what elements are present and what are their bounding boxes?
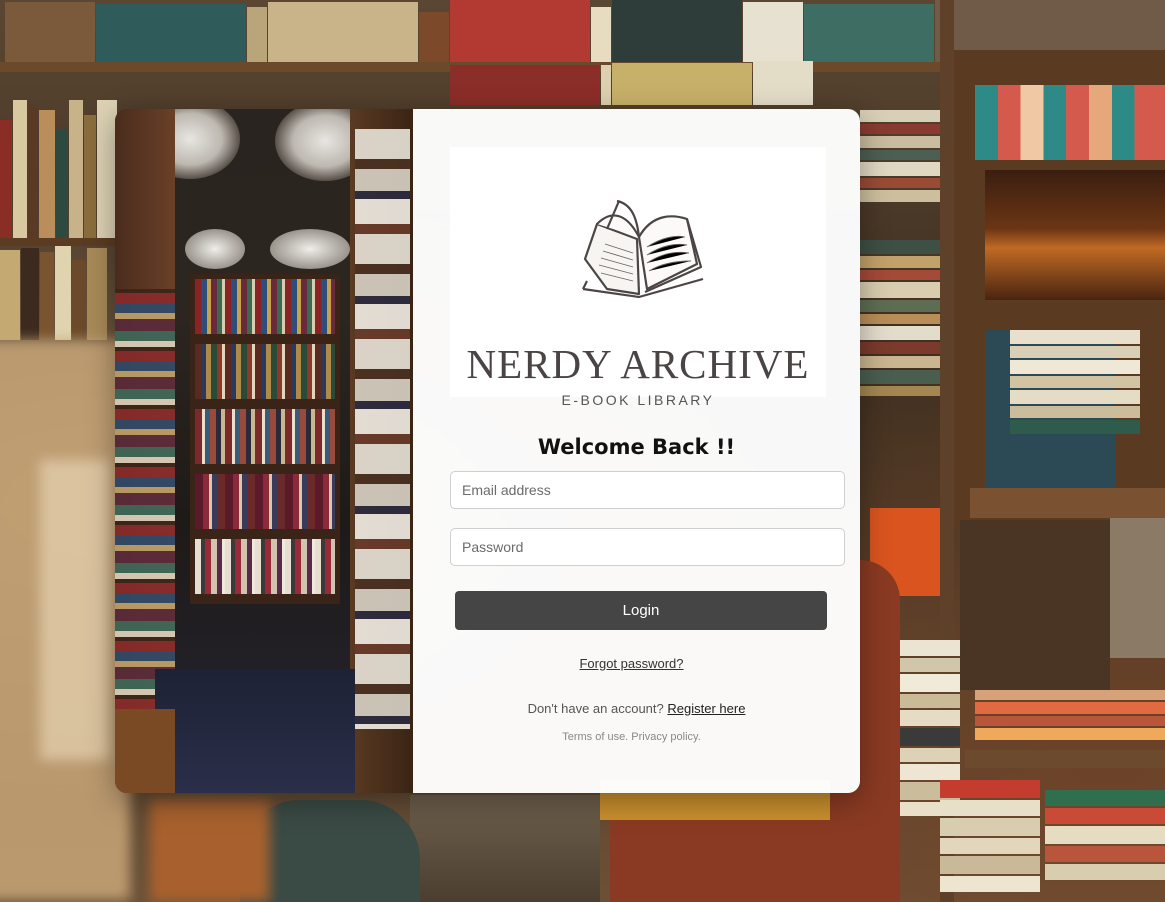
open-book-icon	[582, 199, 704, 299]
register-link[interactable]: Register here	[667, 701, 745, 716]
brand-name: NERDY ARCHIVE	[466, 341, 810, 387]
login-panel: NERDY ARCHIVE E-BOOK LIBRARY Welcome Bac…	[413, 109, 860, 793]
login-button[interactable]: Login	[455, 591, 827, 630]
terms-links[interactable]: Terms of use. Privacy policy.	[403, 731, 860, 743]
password-input[interactable]	[450, 528, 845, 566]
forgot-password-link[interactable]: Forgot password?	[403, 656, 860, 671]
brand-subtitle: E-BOOK LIBRARY	[561, 392, 715, 408]
welcome-heading: Welcome Back !!	[537, 435, 736, 459]
no-account-text: Don't have an account?	[527, 701, 664, 716]
email-input[interactable]	[450, 471, 845, 509]
register-prompt: Don't have an account? Register here	[413, 701, 860, 716]
login-card: NERDY ARCHIVE E-BOOK LIBRARY Welcome Bac…	[115, 109, 860, 793]
brand-logo: NERDY ARCHIVE E-BOOK LIBRARY	[450, 147, 826, 407]
library-aisle-photo	[115, 109, 413, 793]
